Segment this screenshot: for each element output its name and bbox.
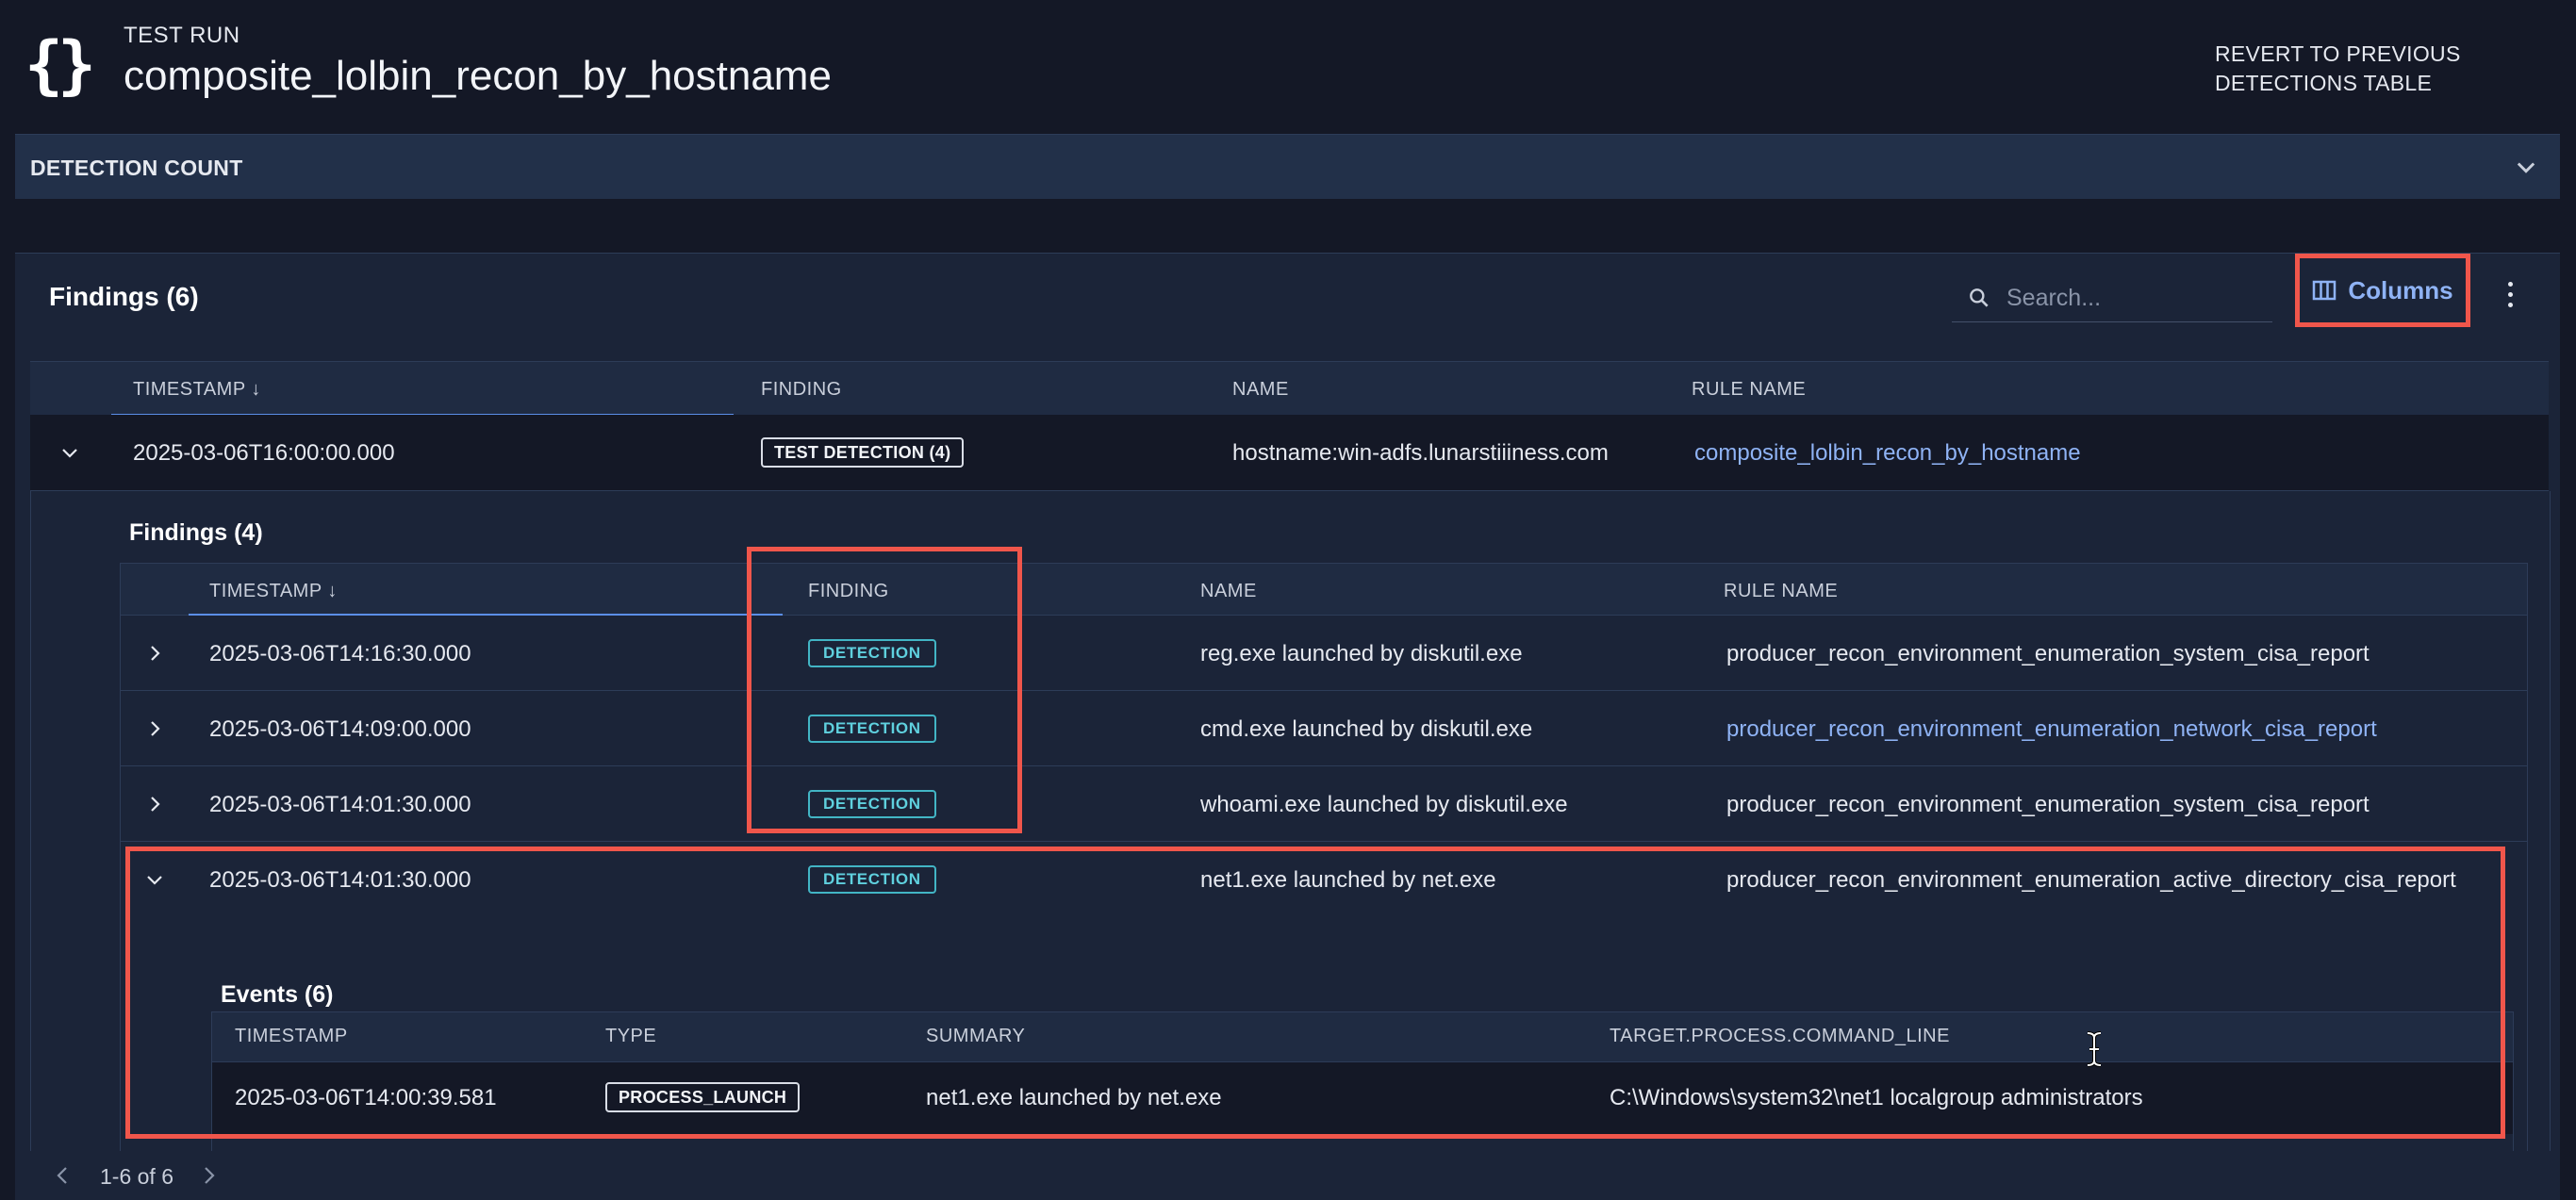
logo-braces-icon: {}	[25, 28, 96, 103]
event-summary: net1.exe launched by net.exe	[926, 1085, 1222, 1110]
chevron-right-icon[interactable]	[143, 717, 166, 740]
event-row[interactable]: 2025-03-06T14:00:39.581 PROCESS_LAUNCH n…	[212, 1062, 2513, 1134]
column-timestamp[interactable]: TIMESTAMP ↓	[209, 581, 338, 602]
rule-link[interactable]: composite_lolbin_recon_by_hostname	[1694, 440, 2081, 467]
table-row[interactable]: 2025-03-06T16:00:00.000 TEST DETECTION (…	[30, 415, 2549, 491]
row-name: whoami.exe launched by diskutil.exe	[1200, 792, 1568, 817]
column-rule-name[interactable]: RULE NAME	[1724, 581, 1838, 602]
detection-count-accordion[interactable]: DETECTION COUNT	[15, 134, 2560, 199]
column-rule-name[interactable]: RULE NAME	[1692, 379, 1806, 401]
columns-button[interactable]: Columns	[2295, 254, 2470, 327]
detection-badge: DETECTION	[808, 865, 936, 894]
page-title: composite_lolbin_recon_by_hostname	[124, 53, 832, 99]
text-cursor-icon	[2087, 1031, 2102, 1067]
detection-badge: DETECTION	[808, 639, 936, 667]
row-timestamp: 2025-03-06T14:09:00.000	[209, 716, 471, 742]
table-row[interactable]: 2025-03-06T14:16:30.000 DETECTION reg.ex…	[121, 616, 2527, 691]
row-timestamp: 2025-03-06T16:00:00.000	[133, 440, 395, 466]
findings-table-header: TIMESTAMP ↓ FINDING NAME RULE NAME	[30, 361, 2549, 416]
event-command-line: C:\Windows\system32\net1 localgroup admi…	[1610, 1085, 2143, 1110]
pagination-text: 1-6 of 6	[100, 1164, 173, 1189]
findings-title: Findings (6)	[49, 282, 199, 311]
table-row[interactable]: 2025-03-06T14:01:30.000 DETECTION whoami…	[121, 766, 2527, 842]
rule-text: producer_recon_environment_enumeration_s…	[1726, 792, 2370, 817]
row-timestamp: 2025-03-06T14:16:30.000	[209, 641, 471, 666]
row-name: hostname:win-adfs.lunarstiiiness.com	[1232, 440, 1609, 466]
events-table: TIMESTAMP TYPE SUMMARY TARGET.PROCESS.CO…	[211, 1011, 2514, 1151]
column-command-line[interactable]: TARGET.PROCESS.COMMAND_LINE	[1610, 1026, 1950, 1047]
sub-findings-title: Findings (4)	[129, 519, 263, 546]
events-section: Events (6) TIMESTAMP TYPE SUMMARY TARGET…	[121, 917, 2527, 1151]
chevron-down-icon[interactable]	[58, 441, 81, 464]
chevron-right-icon[interactable]	[143, 642, 166, 665]
sub-table-header: TIMESTAMP ↓ FINDING NAME RULE NAME	[121, 564, 2527, 616]
more-options-icon[interactable]	[2504, 282, 2516, 314]
search-input[interactable]	[2005, 280, 2263, 316]
pagination: 1-6 of 6	[15, 1151, 2560, 1200]
row-timestamp: 2025-03-06T14:01:30.000	[209, 867, 471, 893]
sub-findings-table: TIMESTAMP ↓ FINDING NAME RULE NAME 2025-…	[120, 563, 2528, 1151]
event-type-badge: PROCESS_LAUNCH	[605, 1082, 801, 1112]
column-name[interactable]: NAME	[1232, 379, 1289, 401]
event-timestamp: 2025-03-06T14:00:39.581	[235, 1085, 497, 1110]
column-timestamp[interactable]: TIMESTAMP ↓	[133, 379, 261, 401]
detection-badge: DETECTION	[808, 790, 936, 818]
table-row[interactable]: 2025-03-06T14:09:00.000 DETECTION cmd.ex…	[121, 691, 2527, 766]
column-timestamp[interactable]: TIMESTAMP	[235, 1026, 348, 1047]
row-name: cmd.exe launched by diskutil.exe	[1200, 716, 1533, 742]
column-type[interactable]: TYPE	[605, 1026, 656, 1047]
detection-count-label: DETECTION COUNT	[30, 156, 243, 180]
events-table-header: TIMESTAMP TYPE SUMMARY TARGET.PROCESS.CO…	[212, 1012, 2513, 1062]
search-box[interactable]	[1952, 274, 2272, 322]
chevron-down-icon[interactable]	[2513, 154, 2539, 180]
column-finding[interactable]: FINDING	[761, 379, 842, 401]
search-icon	[1970, 288, 1989, 307]
finding-badge: TEST DETECTION (4)	[761, 437, 965, 468]
rule-text: producer_recon_environment_enumeration_s…	[1726, 641, 2370, 666]
chevron-right-icon[interactable]	[200, 1164, 219, 1187]
row-name: reg.exe launched by diskutil.exe	[1200, 641, 1523, 666]
events-title: Events (6)	[221, 981, 334, 1008]
chevron-right-icon[interactable]	[143, 793, 166, 815]
columns-label: Columns	[2348, 275, 2453, 304]
columns-icon	[2313, 280, 2337, 301]
row-name: net1.exe launched by net.exe	[1200, 867, 1496, 893]
findings-panel: Findings (6) Columns TIMESTAMP ↓ FINDING…	[15, 253, 2560, 1200]
rule-link[interactable]: producer_recon_environment_enumeration_n…	[1726, 716, 2377, 743]
detection-badge: DETECTION	[808, 715, 936, 743]
rule-text: producer_recon_environment_enumeration_a…	[1726, 867, 2456, 893]
table-row-expanded[interactable]: 2025-03-06T14:01:30.000 DETECTION net1.e…	[121, 842, 2527, 916]
chevron-down-icon[interactable]	[143, 868, 166, 891]
row-timestamp: 2025-03-06T14:01:30.000	[209, 792, 471, 817]
header-label: TEST RUN	[124, 23, 240, 48]
column-summary[interactable]: SUMMARY	[926, 1026, 1025, 1047]
chevron-left-icon[interactable]	[53, 1164, 72, 1187]
column-name[interactable]: NAME	[1200, 581, 1257, 602]
column-finding[interactable]: FINDING	[808, 581, 889, 602]
expanded-row-content: Findings (4) TIMESTAMP ↓ FINDING NAME RU…	[30, 491, 2551, 1151]
revert-button[interactable]: REVERT TO PREVIOUS DETECTIONS TABLE	[2215, 40, 2535, 98]
